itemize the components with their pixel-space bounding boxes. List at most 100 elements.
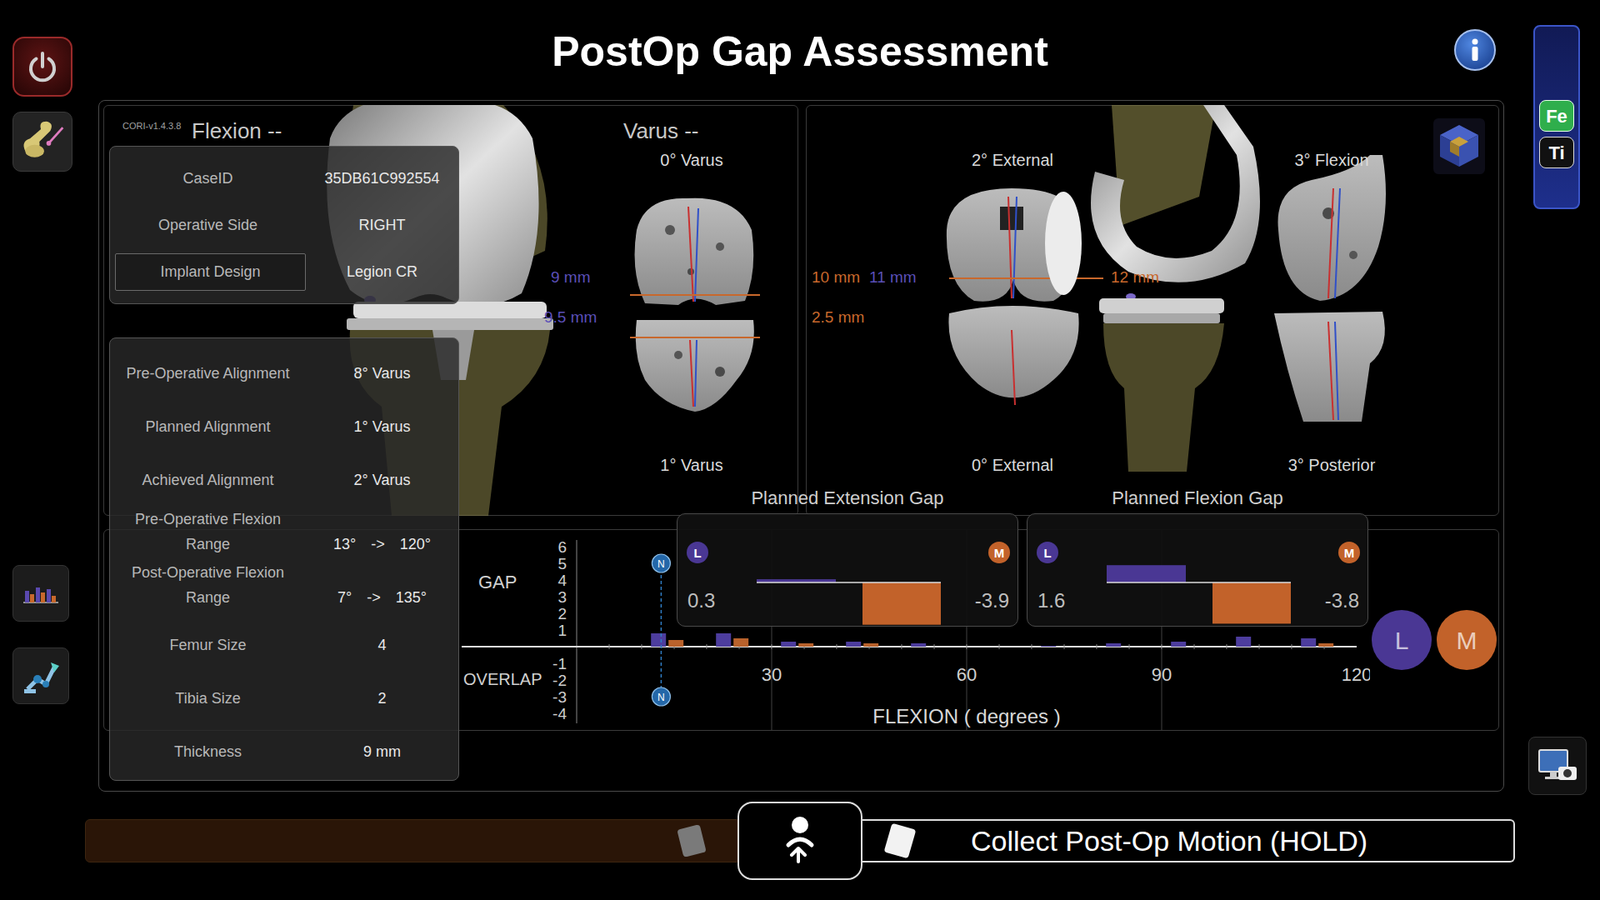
- y-tick: 1: [557, 621, 567, 640]
- gap-measurement: 12 mm: [1110, 268, 1160, 288]
- size-value: 4: [305, 634, 459, 657]
- y-tick: 6: [557, 538, 567, 556]
- gap-bar: [862, 582, 941, 625]
- flexion-title: Flexion --: [191, 118, 282, 145]
- slide-track[interactable]: [85, 819, 738, 863]
- size-row: Femur Size4: [110, 618, 459, 672]
- size-value: 2: [305, 687, 459, 710]
- range-arrow: ->: [370, 533, 385, 556]
- results-box: Pre-Operative Alignment8° Varus Planned A…: [109, 337, 460, 781]
- gap-bar: [928, 646, 944, 648]
- gap-bar: [650, 633, 666, 647]
- planned-flexion-gap: Planned Flexion GapL1.6M-3.8: [1026, 485, 1369, 627]
- material-button[interactable]: Ti: [1539, 136, 1575, 169]
- y-tick: 3: [557, 588, 567, 606]
- gap-bar: [975, 646, 991, 648]
- implant-design-button[interactable]: Implant Design: [115, 253, 306, 291]
- gap-axis-label: GAP: [478, 571, 517, 593]
- range-row: Range13°->120°: [110, 531, 459, 557]
- side-badge: [1036, 541, 1059, 564]
- slide-end-icon: [884, 823, 917, 860]
- bone-model-icon[interactable]: [12, 111, 73, 172]
- side-badge-label: L: [1043, 545, 1051, 560]
- gap-chart-icon[interactable]: [12, 565, 70, 622]
- gap-bar: [780, 641, 796, 647]
- y-tick: 2: [557, 605, 567, 623]
- case-info-box: CaseID35DB61C992554Operative SideRIGHTIm…: [109, 145, 460, 305]
- overlap-axis-label: OVERLAP: [463, 670, 542, 689]
- right-toolbar: Fe Ti: [1508, 0, 1600, 880]
- plan-box: L0.3M-3.9: [676, 513, 1019, 627]
- neutral-marker: N: [651, 554, 670, 573]
- alignment-row: Planned Alignment1° Varus: [110, 400, 459, 454]
- range-value: 13° -> 120°: [305, 533, 459, 556]
- patient-motion-button[interactable]: [737, 801, 863, 880]
- x-tick: 60: [956, 664, 977, 685]
- y-tick: -2: [552, 671, 567, 690]
- gap-value: 1.6: [1037, 589, 1065, 612]
- alignment-label: Pre-Operative Alignment: [110, 362, 306, 385]
- legend: LM: [1370, 530, 1499, 730]
- plan-graph: L0.3M-3.9: [677, 514, 1019, 627]
- varus-title: Varus --: [623, 118, 700, 145]
- info-row: Implant DesignLegion CR: [110, 248, 459, 295]
- material-button[interactable]: Fe: [1539, 100, 1575, 132]
- collect-motion-bar[interactable]: Collect Post-Op Motion (HOLD): [862, 819, 1515, 863]
- varus-bottom-label: 1° Varus: [660, 455, 723, 475]
- gap-bar: [1235, 636, 1251, 647]
- range-value: 7°->135°: [305, 586, 459, 610]
- header: PostOp Gap Assessment: [91, 0, 1509, 100]
- range-label: Range: [110, 586, 306, 610]
- marker-label: N: [657, 558, 665, 570]
- gap-bar: [1106, 565, 1186, 583]
- gap-bar: [1058, 646, 1074, 648]
- size-label: Thickness: [110, 740, 306, 764]
- side-badge: [686, 541, 709, 564]
- gap-bar: [1040, 645, 1056, 647]
- gap-bar: [1300, 638, 1316, 647]
- size-value: 9 mm: [305, 740, 459, 764]
- range-from: 13°: [333, 533, 356, 556]
- assessment-frame: CORI-v1.4.3.8Flexion --Varus --0° Varus1…: [98, 100, 1505, 792]
- main-area: PostOp Gap Assessment: [91, 0, 1509, 880]
- neutral-marker: N: [651, 687, 670, 706]
- flexion-row: Pre-Operative Flexion: [110, 506, 459, 532]
- alignment-value: 8° Varus: [305, 362, 459, 385]
- y-tick: 4: [557, 571, 567, 590]
- legend-circle: M: [1436, 610, 1497, 670]
- info-icon[interactable]: [1454, 29, 1496, 71]
- x-tick: 90: [1151, 664, 1172, 685]
- side-badge: [1338, 541, 1360, 564]
- robot-arm-icon[interactable]: [12, 647, 70, 705]
- gap-measurement: 9.5 mm: [544, 308, 597, 328]
- view-cube-icon[interactable]: [1433, 118, 1485, 175]
- collect-motion-label: Collect Post-Op Motion (HOLD): [970, 820, 1368, 863]
- y-tick: -4: [552, 705, 567, 723]
- gap-value: -3.9: [975, 589, 1010, 612]
- range-to: 120°: [400, 533, 431, 556]
- posterior-bottom-label: 3° Posterior: [1288, 455, 1376, 475]
- screenshot-icon[interactable]: [1528, 736, 1587, 795]
- size-label: Tibia Size: [110, 687, 306, 710]
- gap-bar: [1212, 582, 1291, 624]
- gap-measurement: 2.5 mm: [811, 308, 865, 328]
- medial-series: [668, 638, 1334, 647]
- gap-bar: [1105, 643, 1121, 647]
- size-row: Tibia Size2: [110, 671, 459, 725]
- case-summary: CaseID35DB61C992554Operative SideRIGHTIm…: [109, 145, 460, 781]
- gap-value: 0.3: [687, 589, 715, 612]
- range-from: 7°: [337, 586, 352, 610]
- gap-bar: [798, 643, 814, 647]
- rotation-top-label: 2° External: [971, 150, 1054, 170]
- motion-control: Collect Post-Op Motion (HOLD): [85, 801, 1515, 880]
- power-icon[interactable]: [12, 36, 73, 97]
- x-axis-title: FLEXION ( degrees ): [872, 705, 1060, 728]
- gap-bar: [715, 633, 731, 647]
- slide-start-icon: [676, 824, 706, 858]
- side-badge-label: M: [994, 545, 1005, 560]
- alignment-value: 1° Varus: [305, 415, 459, 439]
- rotation-bottom-label: 0° External: [971, 455, 1054, 475]
- info-value: 35DB61C992554: [305, 167, 459, 190]
- plan-title: Planned Extension Gap: [676, 485, 1019, 511]
- marker-label: N: [657, 691, 665, 704]
